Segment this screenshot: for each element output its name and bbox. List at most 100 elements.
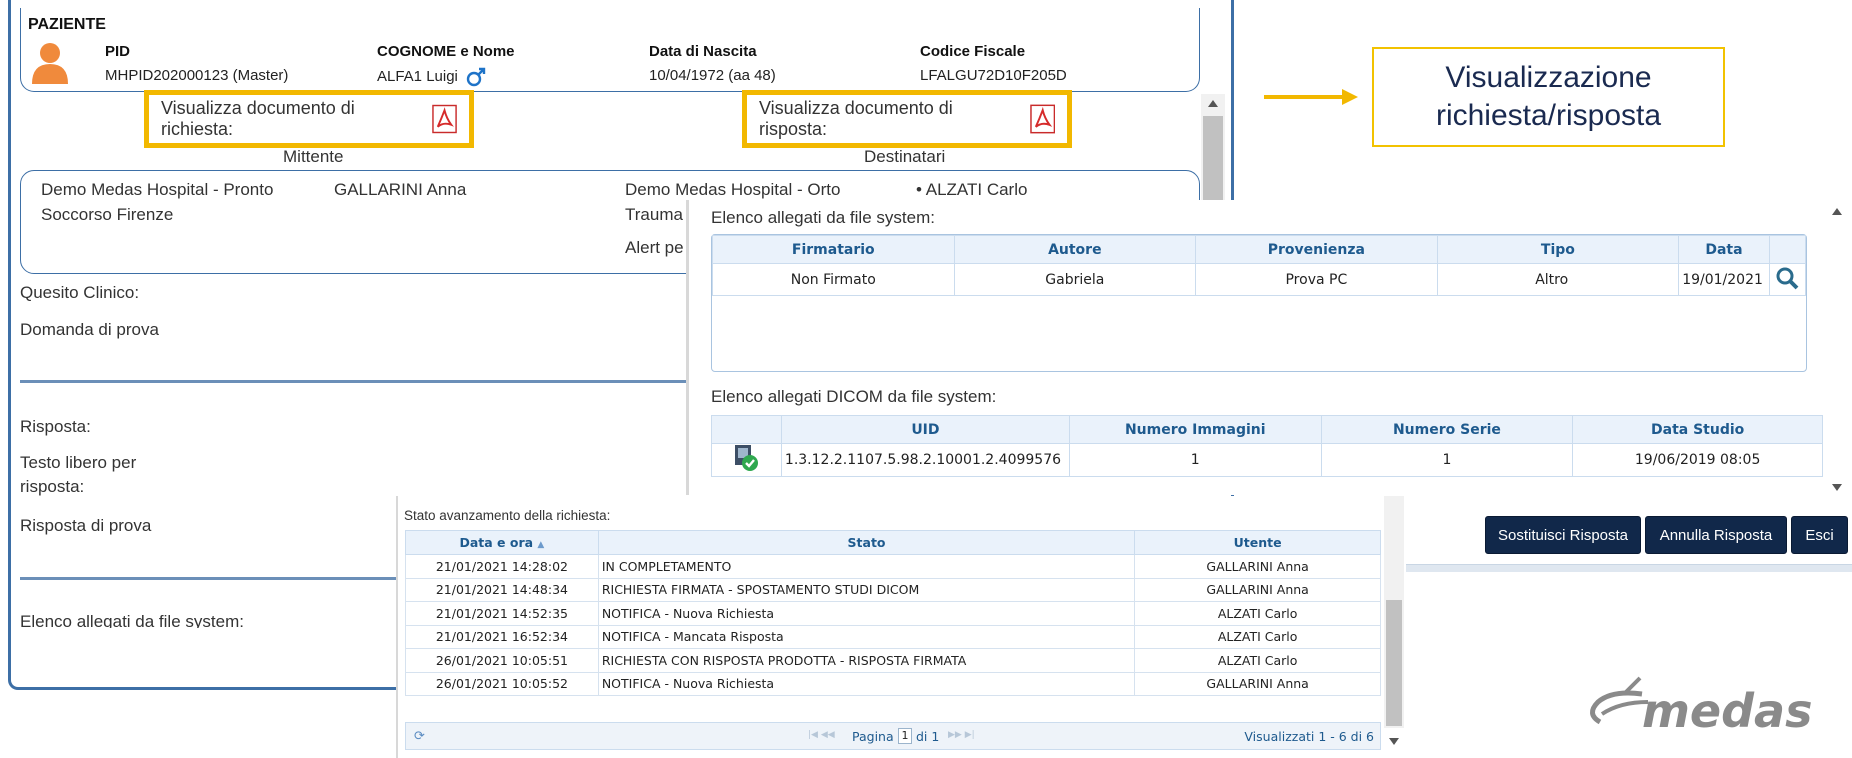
attachments-scrollbar[interactable] <box>1826 200 1848 495</box>
table-row[interactable]: 26/01/2021 10:05:51 RICHIESTA CON RISPOST… <box>405 648 1381 673</box>
col-data-ora[interactable]: Data e ora ▲ <box>405 530 599 555</box>
col-data[interactable]: Data <box>1678 235 1770 264</box>
cell-data: 19/01/2021 <box>1678 263 1770 296</box>
scroll-down-icon[interactable] <box>1389 738 1399 745</box>
col-utente[interactable]: Utente <box>1134 530 1381 555</box>
col-stato[interactable]: Stato <box>597 530 1136 555</box>
cell-datetime: 26/01/2021 10:05:52 <box>405 671 599 696</box>
cell-user: GALLARINI Anna <box>1134 577 1381 602</box>
pid-header: PID <box>105 43 131 60</box>
col-provenienza[interactable]: Provenienza <box>1195 235 1438 264</box>
fs-attachments-title: Elenco allegati da file system: <box>711 208 935 227</box>
cell-user: GALLARINI Anna <box>1134 671 1381 696</box>
replace-response-button[interactable]: Sostituisci Risposta <box>1485 516 1641 554</box>
divider <box>20 577 396 580</box>
col-autore[interactable]: Autore <box>953 235 1197 264</box>
free-text-label: Testo libero per risposta: <box>20 453 137 496</box>
col-data-studio[interactable]: Data Studio <box>1572 415 1823 444</box>
status-scrollbar[interactable] <box>1384 496 1404 728</box>
callout-text: Visualizzazione richiesta/risposta <box>1435 61 1662 132</box>
page-label: Pagina <box>852 729 894 744</box>
recipients-header: Destinatari <box>864 147 946 166</box>
tax-code-header: Codice Fiscale <box>920 43 1026 60</box>
table-row[interactable]: Non Firmato Gabriela Prova PC Altro 19/0… <box>712 263 1807 296</box>
status-history-panel: Stato avanzamento della richiesta: Data … <box>396 496 1404 758</box>
sort-asc-icon[interactable]: ▲ <box>537 540 544 550</box>
table-row[interactable]: 21/01/2021 14:48:34 RICHIESTA FIRMATA - S… <box>405 577 1381 602</box>
scroll-thumb[interactable] <box>1386 600 1402 726</box>
scroll-thumb[interactable] <box>1203 116 1223 200</box>
button-bar-divider <box>1406 564 1852 572</box>
page-input[interactable]: 1 <box>898 728 912 744</box>
tax-code-value: LFALGU72D10F205D <box>920 67 1067 84</box>
patient-name: COGNOME e Nome ALFA1 Luigi <box>377 43 515 87</box>
birth-date-header: Data di Nascita <box>649 43 757 60</box>
refresh-icon[interactable]: ⟳ <box>414 729 425 744</box>
sender-organization: Demo Medas Hospital - Pronto Soccorso Fi… <box>41 180 274 224</box>
table-row[interactable]: 21/01/2021 14:52:35 NOTIFICA - Nuova Rich… <box>405 601 1381 626</box>
logo-text: medas <box>1642 684 1812 738</box>
table-row[interactable]: 21/01/2021 14:28:02 IN COMPLETAMENTO GALLA… <box>405 554 1381 579</box>
divider <box>20 380 686 383</box>
patient-section-title: PAZIENTE <box>28 16 106 33</box>
main-scrollbar[interactable] <box>1201 94 1225 200</box>
view-request-document[interactable]: Visualizza documento di richiesta: <box>144 90 474 148</box>
response-label: Risposta: <box>20 417 91 436</box>
exit-button[interactable]: Esci <box>1791 516 1848 554</box>
attachments-panel: Elenco allegati da file system: Firmatar… <box>686 200 1852 495</box>
cell-numero-immagini: 1 <box>1068 443 1322 477</box>
table-row[interactable]: 26/01/2021 10:05:52 NOTIFICA - Nuova Rich… <box>405 671 1381 696</box>
view-response-label: Visualizza documento di risposta: <box>759 98 953 139</box>
scroll-up-icon[interactable] <box>1208 100 1218 107</box>
records-summary: Visualizzati 1 - 6 di 6 <box>1244 729 1374 744</box>
cell-user: ALZATI Carlo <box>1134 648 1381 673</box>
cancel-response-button[interactable]: Annulla Risposta <box>1645 516 1787 554</box>
next-page-icon[interactable]: ▶▶ ▶| <box>948 730 975 740</box>
cell-user: ALZATI Carlo <box>1134 601 1381 626</box>
name-header: COGNOME e Nome <box>377 43 515 60</box>
cell-data-studio: 19/06/2019 08:05 <box>1572 443 1823 477</box>
col-numero-serie[interactable]: Numero Serie <box>1320 415 1574 444</box>
cell-datetime: 21/01/2021 14:52:35 <box>405 601 599 626</box>
sender-header: Mittente <box>283 147 344 166</box>
cell-firmatario: Non Firmato <box>712 263 955 296</box>
page-of-label: di 1 <box>916 729 940 744</box>
response-value: Risposta di prova <box>20 516 152 535</box>
status-title: Stato avanzamento della richiesta: <box>404 508 611 523</box>
col-numero-immagini[interactable]: Numero Immagini <box>1068 415 1322 444</box>
col-firmatario[interactable]: Firmatario <box>712 235 955 264</box>
cell-datetime: 26/01/2021 10:05:51 <box>405 648 599 673</box>
sender-user: GALLARINI Anna <box>334 180 467 199</box>
cell-state: RICHIESTA CON RISPOSTA PRODOTTA - RISPOS… <box>597 648 1136 673</box>
cell-autore: Gabriela <box>953 263 1197 296</box>
col-uid[interactable]: UID <box>780 415 1070 444</box>
dicom-study-check-icon[interactable] <box>733 444 759 472</box>
clinical-question-label: Quesito Clinico: <box>20 283 140 302</box>
attachments-label-partial: Elenco allegati da file system: <box>20 612 244 628</box>
first-page-icon[interactable]: |◀ ◀◀ <box>808 730 835 740</box>
view-response-document[interactable]: Visualizza documento di risposta: <box>742 90 1072 148</box>
cell-datetime: 21/01/2021 14:28:02 <box>405 554 599 579</box>
magnifier-view-icon[interactable] <box>1775 266 1799 290</box>
cell-state: IN COMPLETAMENTO <box>597 554 1136 579</box>
col-tipo[interactable]: Tipo <box>1436 235 1680 264</box>
status-history-grid: Data e ora ▲ Stato Utente 21/01/2021 14:… <box>405 530 1381 696</box>
scroll-up-icon[interactable] <box>1832 208 1842 215</box>
cell-state: RICHIESTA FIRMATA - SPOSTAMENTO STUDI DI… <box>597 577 1136 602</box>
pdf-icon[interactable] <box>432 104 457 134</box>
cell-user: GALLARINI Anna <box>1134 554 1381 579</box>
cell-provenienza: Prova PC <box>1195 263 1438 296</box>
cell-numero-serie: 1 <box>1320 443 1574 477</box>
cell-tipo: Altro <box>1436 263 1680 296</box>
status-pager: ⟳ |◀ ◀◀ Pagina 1 di 1 ▶▶ ▶| Visualizzati… <box>405 722 1381 750</box>
cell-state: NOTIFICA - Nuova Richiesta <box>597 671 1136 696</box>
table-row[interactable]: 21/01/2021 16:52:34 NOTIFICA - Mancata Ri… <box>405 624 1381 649</box>
clinical-question-value: Domanda di prova <box>20 320 159 339</box>
table-row[interactable]: 1.3.12.2.1107.5.98.2.10001.2.4099576 1 1… <box>711 443 1823 477</box>
recipient-org-line1: Demo Medas Hospital - Orto <box>625 180 841 199</box>
patient-tax-code: Codice Fiscale LFALGU72D10F205D <box>920 43 1067 84</box>
cell-uid: 1.3.12.2.1107.5.98.2.10001.2.4099576 <box>780 443 1070 477</box>
pdf-icon[interactable] <box>1029 104 1055 134</box>
scroll-down-icon[interactable] <box>1832 484 1842 491</box>
birth-date-value: 10/04/1972 (aa 48) <box>649 67 776 84</box>
